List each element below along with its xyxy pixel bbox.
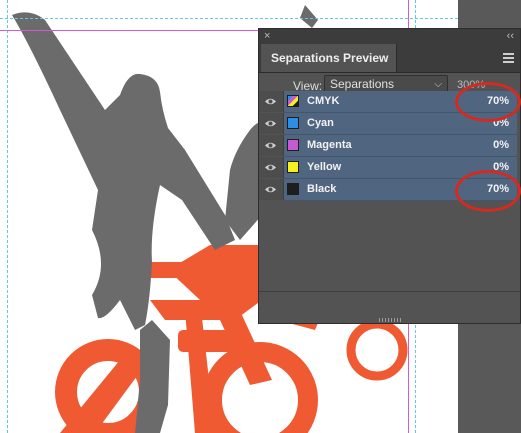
tab-separations-preview[interactable]: Separations Preview bbox=[261, 44, 397, 72]
ink-name: CMYK bbox=[307, 95, 340, 107]
panel-title-bar[interactable]: × ‹‹ bbox=[259, 29, 520, 45]
panel-tab-bar: Separations Preview bbox=[259, 44, 520, 73]
collapse-icon[interactable]: ‹‹ bbox=[507, 29, 514, 43]
annotation-circle-cmyk bbox=[455, 82, 521, 122]
panel-menu-icon[interactable] bbox=[503, 53, 514, 63]
panel-divider bbox=[259, 291, 520, 292]
eye-icon[interactable] bbox=[259, 157, 284, 178]
cyan-swatch-icon bbox=[287, 117, 299, 129]
eye-icon[interactable] bbox=[259, 135, 284, 156]
eye-icon[interactable] bbox=[259, 91, 284, 112]
magenta-swatch-icon bbox=[287, 139, 299, 151]
view-dropdown-value: Separations bbox=[330, 77, 395, 91]
ink-row-magenta[interactable]: Magenta 0% bbox=[259, 135, 520, 157]
annotation-circle-black bbox=[455, 170, 521, 212]
ink-percent: 0% bbox=[493, 139, 509, 151]
cmyk-swatch-icon bbox=[287, 95, 299, 107]
ink-name: Magenta bbox=[307, 139, 352, 151]
eye-icon[interactable] bbox=[259, 179, 284, 200]
close-icon[interactable]: × bbox=[264, 29, 270, 43]
bleed-guide-left bbox=[7, 0, 8, 433]
ink-name: Black bbox=[307, 183, 337, 195]
resize-grip-icon[interactable] bbox=[379, 318, 401, 322]
ink-name: Yellow bbox=[307, 161, 342, 173]
yellow-swatch-icon bbox=[287, 161, 299, 173]
ink-name: Cyan bbox=[307, 117, 334, 129]
eye-icon[interactable] bbox=[259, 113, 284, 134]
black-swatch-icon bbox=[287, 183, 299, 195]
bleed-guide-top bbox=[0, 18, 458, 19]
